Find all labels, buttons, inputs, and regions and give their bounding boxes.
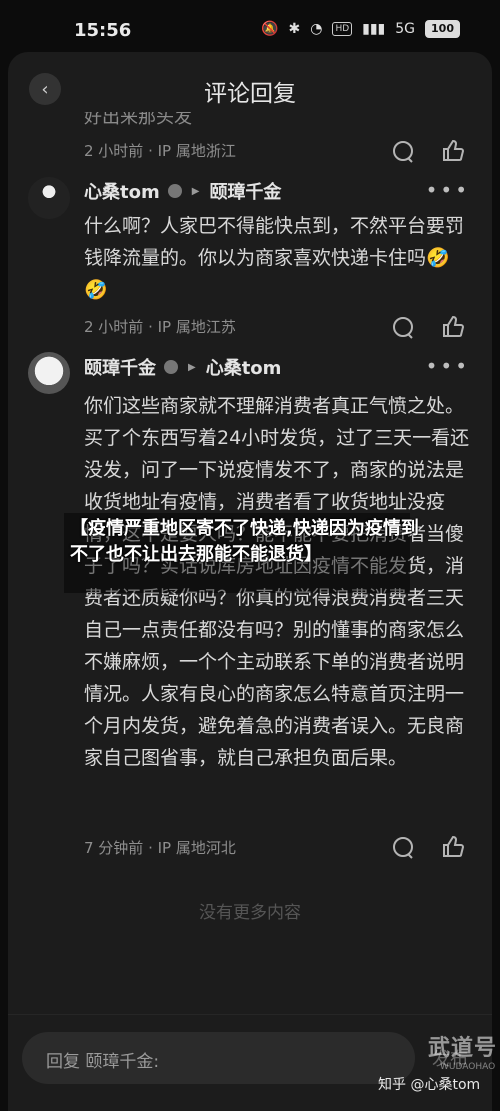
- comment-text: 什么啊？人家巴不得能快点到，不然平台要罚钱降流量的。你以为商家喜欢快递卡住吗🤣🤣: [84, 215, 465, 301]
- more-dots-icon[interactable]: •••: [426, 178, 470, 202]
- comment-meta: 2 小时前 · IP 属地浙江: [84, 142, 236, 160]
- no-more-content: 没有更多内容: [199, 903, 301, 923]
- site-watermark-sub: WUDAOHAO: [440, 1062, 496, 1072]
- comment-bubble-icon[interactable]: [390, 139, 416, 165]
- comment-meta: 2 小时前 · IP 属地江苏: [84, 318, 236, 336]
- reply-bar: 回复 颐璋千金: 发布: [8, 1014, 492, 1111]
- signal-5g-label: 5G: [395, 21, 416, 37]
- reply-placeholder: 回复 颐璋千金:: [46, 1052, 160, 1072]
- avatar[interactable]: [28, 177, 70, 219]
- zhihu-watermark: 知乎 @心桑tom: [378, 1077, 481, 1093]
- reply-arrow-icon: ▶: [191, 185, 200, 197]
- status-icons: 🔕 ✱ ◔ HD ▮▮▮ 5G 100: [261, 20, 460, 38]
- more-dots-icon[interactable]: •••: [426, 354, 470, 378]
- thumbs-up-icon[interactable]: [440, 138, 466, 164]
- page-title: 评论回复: [204, 81, 296, 107]
- avatar[interactable]: [28, 352, 70, 394]
- clipped-previous-comment: 好出来那头发: [84, 112, 192, 126]
- reply-arrow-icon: ▶: [188, 361, 196, 373]
- reply-to-name[interactable]: 颐璋千金: [209, 178, 281, 204]
- signal-icon: ▮▮▮: [362, 21, 386, 37]
- wifi-icon: ◔: [310, 21, 323, 37]
- mute-icon: 🔕: [261, 21, 279, 37]
- author-name[interactable]: 颐璋千金: [84, 354, 156, 380]
- status-time: 15:56: [74, 20, 132, 41]
- comment-author-row: 心桑tom ▶ 颐璋千金: [84, 178, 281, 204]
- thumbs-up-icon[interactable]: [440, 314, 466, 340]
- author-name[interactable]: 心桑tom: [84, 178, 160, 204]
- battery-indicator: 100: [425, 20, 460, 38]
- comment-author-row: 颐璋千金 ▶ 心桑tom: [84, 354, 281, 380]
- bluetooth-icon: ✱: [288, 21, 301, 37]
- overlay-title: 【疫情严重地区寄不了快递,快递因为疫情到不了也不让出去那能不能退货】: [70, 518, 419, 565]
- creator-badge-icon: [167, 184, 182, 198]
- thumbs-up-icon[interactable]: [440, 834, 466, 860]
- comment-bubble-icon[interactable]: [390, 315, 416, 341]
- comment-bubble-icon[interactable]: [390, 835, 416, 861]
- comment-meta: 7 分钟前 · IP 属地河北: [84, 839, 236, 857]
- site-watermark: 武道号: [428, 1036, 498, 1061]
- creator-badge-icon: [164, 360, 178, 374]
- reply-to-name[interactable]: 心桑tom: [206, 354, 282, 380]
- reply-input[interactable]: 回复 颐璋千金:: [22, 1032, 415, 1084]
- sheet-header: ‹ 评论回复: [8, 52, 492, 128]
- hd-badge: HD: [332, 22, 353, 36]
